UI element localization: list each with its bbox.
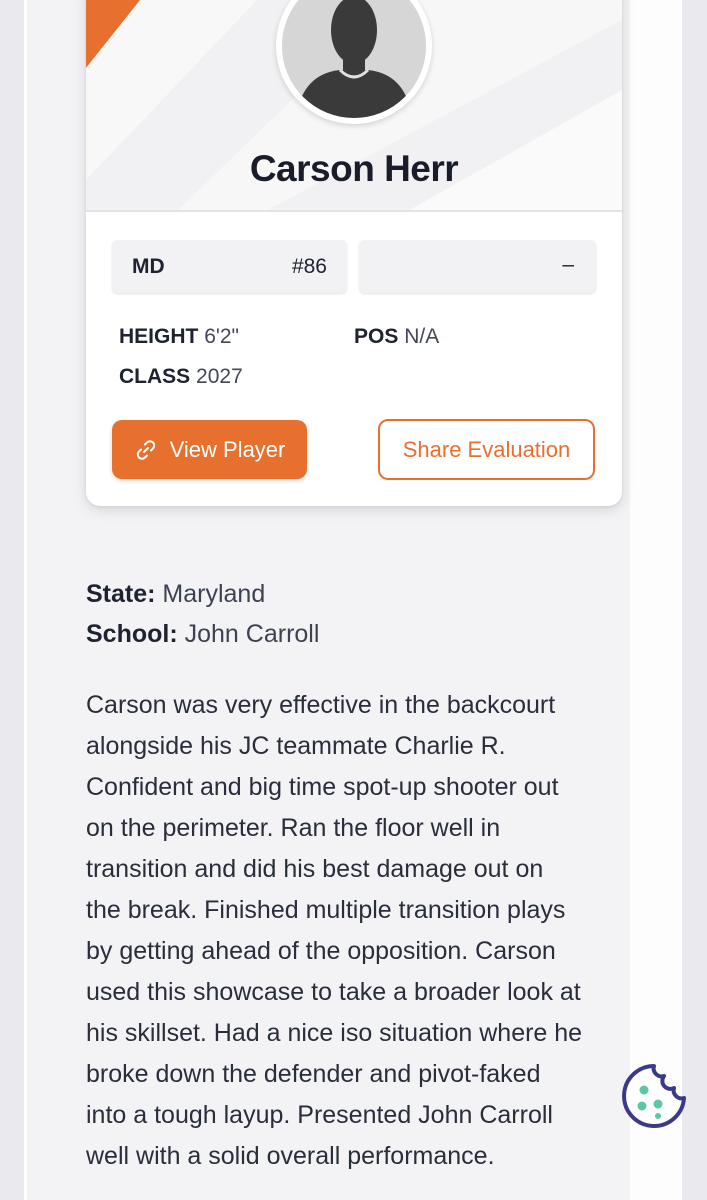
player-card: Carson Herr MD #86 – HEIGHT 6'2" POS N/A… [86,0,622,506]
height-row: HEIGHT 6'2" [119,325,239,349]
pos-label: POS [354,325,399,348]
cookie-settings-button[interactable] [618,1060,690,1132]
class-row: CLASS 2027 [119,365,243,389]
secondary-value: – [562,253,574,276]
player-name: Carson Herr [249,148,459,189]
state-abbr: MD [132,255,165,278]
height-value: 6'2" [204,325,240,348]
state-label: State: [86,580,156,608]
evaluation-line: alongside his JC teammate Charlie R. [86,732,506,760]
position-row: POS N/A [354,325,439,349]
height-label: HEIGHT [119,325,199,348]
class-value: 2027 [196,365,243,388]
avatar-silhouette-icon [282,0,426,118]
school-value: John Carroll [184,620,320,648]
cookie-icon [622,1064,686,1128]
evaluation-line: on the perimeter. Ran the floor well in [86,814,501,842]
state-line: State: Maryland [86,580,265,609]
view-player-label: View Player [169,436,286,462]
link-icon [136,439,155,460]
evaluation-text: Carson was very effective in the backcou… [86,685,626,1177]
class-label: CLASS [119,365,191,388]
evaluation-line: Confident and big time spot-up shooter o… [86,773,559,801]
evaluation-line: transition and did his best damage out o… [86,855,544,883]
share-evaluation-button[interactable]: Share Evaluation [378,419,595,480]
school-line: School: John Carroll [86,620,319,649]
evaluation-line: his skillset. Had a nice iso situation w… [86,1019,583,1047]
pos-value: N/A [404,325,440,348]
secondary-pill: – [359,240,596,293]
evaluation-line: the break. Finished multiple transition … [86,896,566,924]
share-evaluation-label: Share Evaluation [402,436,571,462]
evaluation-line: used this showcase to take a broader loo… [86,978,581,1006]
card-header: Carson Herr [86,0,622,212]
state-number-pill: MD #86 [112,240,347,293]
evaluation-line: well with a solid overall performance. [86,1142,495,1170]
evaluation-line: Carson was very effective in the backcou… [86,691,556,719]
state-value: Maryland [162,580,266,608]
evaluation-line: broke down the defender and pivot-faked [86,1060,541,1088]
evaluation-line: into a tough layup. Presented John Carro… [86,1101,553,1129]
school-label: School: [86,620,178,648]
jersey-number: #86 [291,255,327,278]
view-player-button[interactable]: View Player [112,420,307,479]
evaluation-line: by getting ahead of the opposition. Cars… [86,937,556,965]
